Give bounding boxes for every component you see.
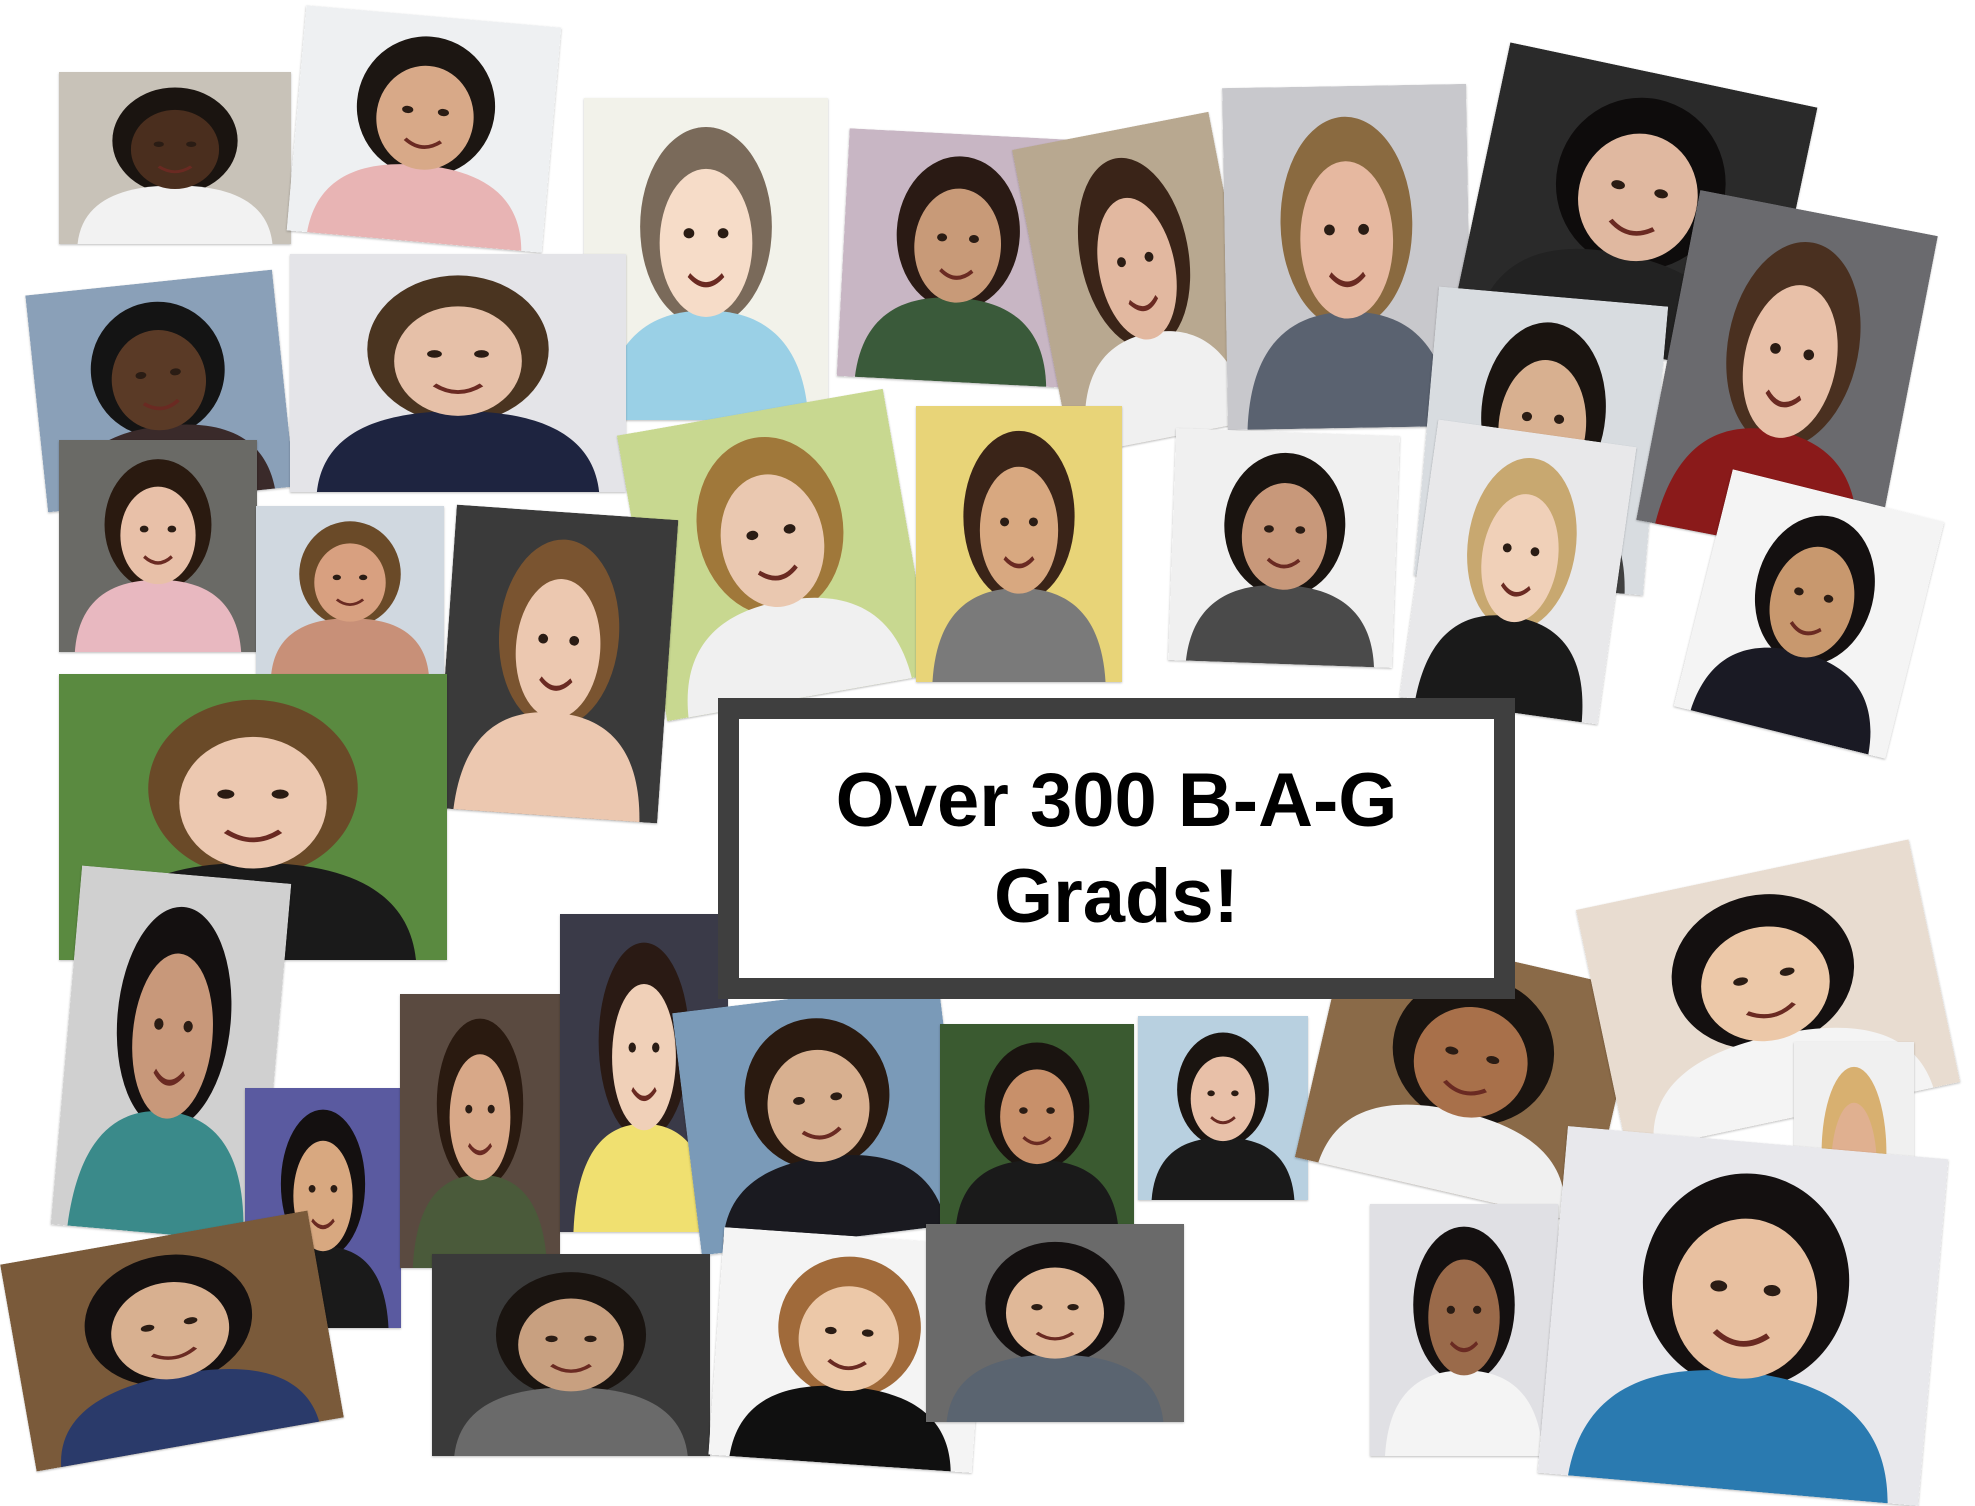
portrait-illustration xyxy=(940,1024,1134,1230)
portrait-face xyxy=(518,1298,624,1392)
photo-woman-white-wall xyxy=(1168,428,1400,668)
portrait-eye-right xyxy=(359,574,368,581)
portrait-illustration xyxy=(400,994,560,1268)
portrait-illustration xyxy=(1399,419,1637,725)
headline-line-1: Over 300 B-A-G xyxy=(835,757,1398,843)
portrait-illustration xyxy=(0,1210,344,1472)
portrait-eye-left xyxy=(1207,1090,1215,1097)
portrait-eye-left xyxy=(545,1335,558,1343)
portrait-illustration xyxy=(435,504,679,824)
portrait-illustration xyxy=(1168,428,1400,668)
portrait-eye-right xyxy=(1231,1090,1239,1097)
portrait-face xyxy=(659,168,753,317)
photo-woman-pearls xyxy=(435,504,679,824)
portrait-eye-right xyxy=(487,1104,495,1114)
portrait-face xyxy=(449,1054,511,1181)
photo-woman-blue-top xyxy=(1537,1126,1949,1506)
portrait-illustration xyxy=(672,980,968,1256)
portrait-eye-left xyxy=(1019,1107,1028,1114)
portrait-eye-right xyxy=(584,1335,597,1343)
portrait-face xyxy=(1005,1267,1105,1359)
portrait-illustration xyxy=(290,254,626,492)
portrait-eye-left xyxy=(427,350,442,358)
portrait-illustration xyxy=(926,1224,1184,1422)
photo-young-man-black-shirt xyxy=(1399,419,1637,725)
portrait-eye-left xyxy=(683,228,695,239)
portrait-eye-right xyxy=(652,1042,660,1053)
portrait-eye-left xyxy=(628,1042,636,1053)
portrait-eye-right xyxy=(1473,1305,1482,1314)
photo-man-pink-shirt xyxy=(59,440,257,652)
portrait-eye-left xyxy=(308,1184,316,1193)
portrait-illustration xyxy=(432,1254,710,1456)
portrait-face xyxy=(1428,1259,1500,1376)
headline-banner: Over 300 B-A-G Grads! xyxy=(718,698,1515,999)
portrait-face xyxy=(179,736,327,869)
portrait-face xyxy=(130,109,220,189)
portrait-face xyxy=(1190,1056,1256,1142)
portrait-eye-left xyxy=(153,141,164,147)
photo-young-man-chalkboard xyxy=(926,1224,1184,1422)
portrait-illustration xyxy=(286,5,562,253)
portrait-illustration xyxy=(916,406,1122,682)
photo-woman-dark-room xyxy=(400,994,560,1268)
portrait-face xyxy=(979,466,1059,594)
portrait-illustration xyxy=(256,506,444,676)
portrait-eye-left xyxy=(332,574,341,581)
portrait-eye-right xyxy=(717,228,729,239)
portrait-eye-right xyxy=(186,141,197,147)
portrait-eye-left xyxy=(465,1104,473,1114)
photo-man-store xyxy=(0,1210,344,1472)
portrait-face xyxy=(314,543,386,622)
photo-teen-lab-equipment xyxy=(290,254,626,492)
photo-man-desk-globe xyxy=(59,72,291,244)
portrait-illustration xyxy=(1138,1016,1308,1200)
portrait-illustration xyxy=(1537,1126,1949,1506)
portrait-illustration xyxy=(1370,1204,1558,1456)
portrait-illustration xyxy=(59,440,257,652)
portrait-eye-left xyxy=(1031,1303,1043,1311)
portrait-illustration xyxy=(59,72,291,244)
headline-text: Over 300 B-A-G Grads! xyxy=(739,753,1494,945)
portrait-eye-right xyxy=(474,350,489,358)
photo-girl-smiling-dark-hair xyxy=(286,5,562,253)
photo-man-car-beard xyxy=(432,1254,710,1456)
photo-man-mirror-sunglasses xyxy=(256,506,444,676)
portrait-face xyxy=(1000,1069,1074,1165)
portrait-eye-right xyxy=(330,1184,338,1193)
photo-man-tie-yellow-wall xyxy=(916,406,1122,682)
photo-man-lake xyxy=(672,980,968,1256)
portrait-eye-right xyxy=(1028,517,1038,527)
portrait-face xyxy=(612,983,676,1131)
photo-woman-green-trees xyxy=(940,1024,1134,1230)
portrait-eye-right xyxy=(167,525,177,533)
portrait-eye-right xyxy=(1046,1107,1055,1114)
photo-woman-hand-chin xyxy=(1370,1204,1558,1456)
portrait-eye-left xyxy=(139,525,149,533)
portrait-eye-right xyxy=(1067,1303,1079,1311)
portrait-eye-left xyxy=(217,789,235,799)
portrait-face xyxy=(120,486,196,585)
headline-line-2: Grads! xyxy=(994,853,1239,939)
portrait-eye-right xyxy=(271,789,289,799)
photo-woman-road xyxy=(1138,1016,1308,1200)
portrait-face xyxy=(394,306,522,416)
portrait-eye-left xyxy=(1000,517,1010,527)
portrait-eye-left xyxy=(1446,1305,1455,1314)
